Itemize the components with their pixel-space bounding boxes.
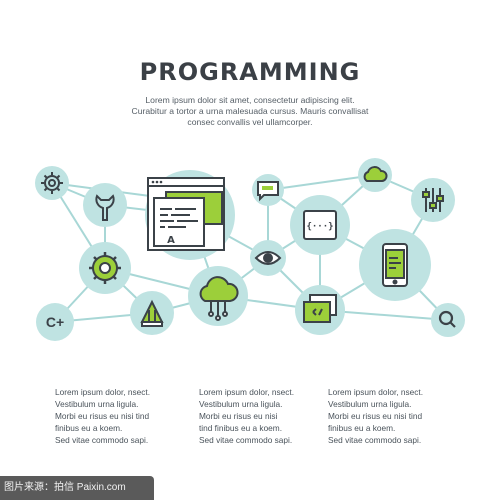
column-line: Lorem ipsum dolor, nsect. (199, 387, 294, 397)
column-line: Vestibulum urna ligula. (199, 399, 283, 409)
column-line: Vestibulum urna ligula. (55, 399, 139, 409)
column-line: tind finibus eu a koem. (199, 423, 283, 433)
column-line: Vestibulum urna ligula. (328, 399, 412, 409)
text-column-1: Lorem ipsum dolor, nsect. Vestibulum urn… (55, 386, 150, 446)
column-line: Morbi eu risus eu nisi tind (328, 411, 423, 421)
code-braces-icon: {···} (303, 210, 337, 240)
letter-a-label: A (167, 235, 175, 246)
csharp-icon: C+ (46, 314, 64, 330)
csharp-label: C+ (46, 314, 64, 330)
column-line: Lorem ipsum dolor, nsect. (328, 387, 423, 397)
column-line: finibus eu a koem. (328, 423, 396, 433)
text-column-3: Lorem ipsum dolor, nsect. Vestibulum urn… (328, 386, 423, 446)
column-line: Morbi eu risus eu nisi tind (55, 411, 150, 421)
text-column-2: Lorem ipsum dolor, nsect. Vestibulum urn… (199, 386, 294, 446)
source-watermark: 图片来源：拍信 Paixin.com (0, 476, 154, 500)
column-line: Sed vitae commodo sapi. (55, 435, 149, 445)
code-braces-label: {···} (306, 222, 333, 232)
column-line: Lorem ipsum dolor, nsect. (55, 387, 150, 397)
smartphone-icon (382, 243, 408, 287)
column-line: Morbi eu risus eu nisi (199, 411, 278, 421)
column-line: Sed vitae commodo sapi. (199, 435, 293, 445)
code-editor-window-icon: A (147, 177, 225, 251)
sliders-icon (422, 188, 444, 212)
eye-icon (254, 251, 282, 265)
column-line: Sed vitae commodo sapi. (328, 435, 422, 445)
column-line: finibus eu a koem. (55, 423, 123, 433)
